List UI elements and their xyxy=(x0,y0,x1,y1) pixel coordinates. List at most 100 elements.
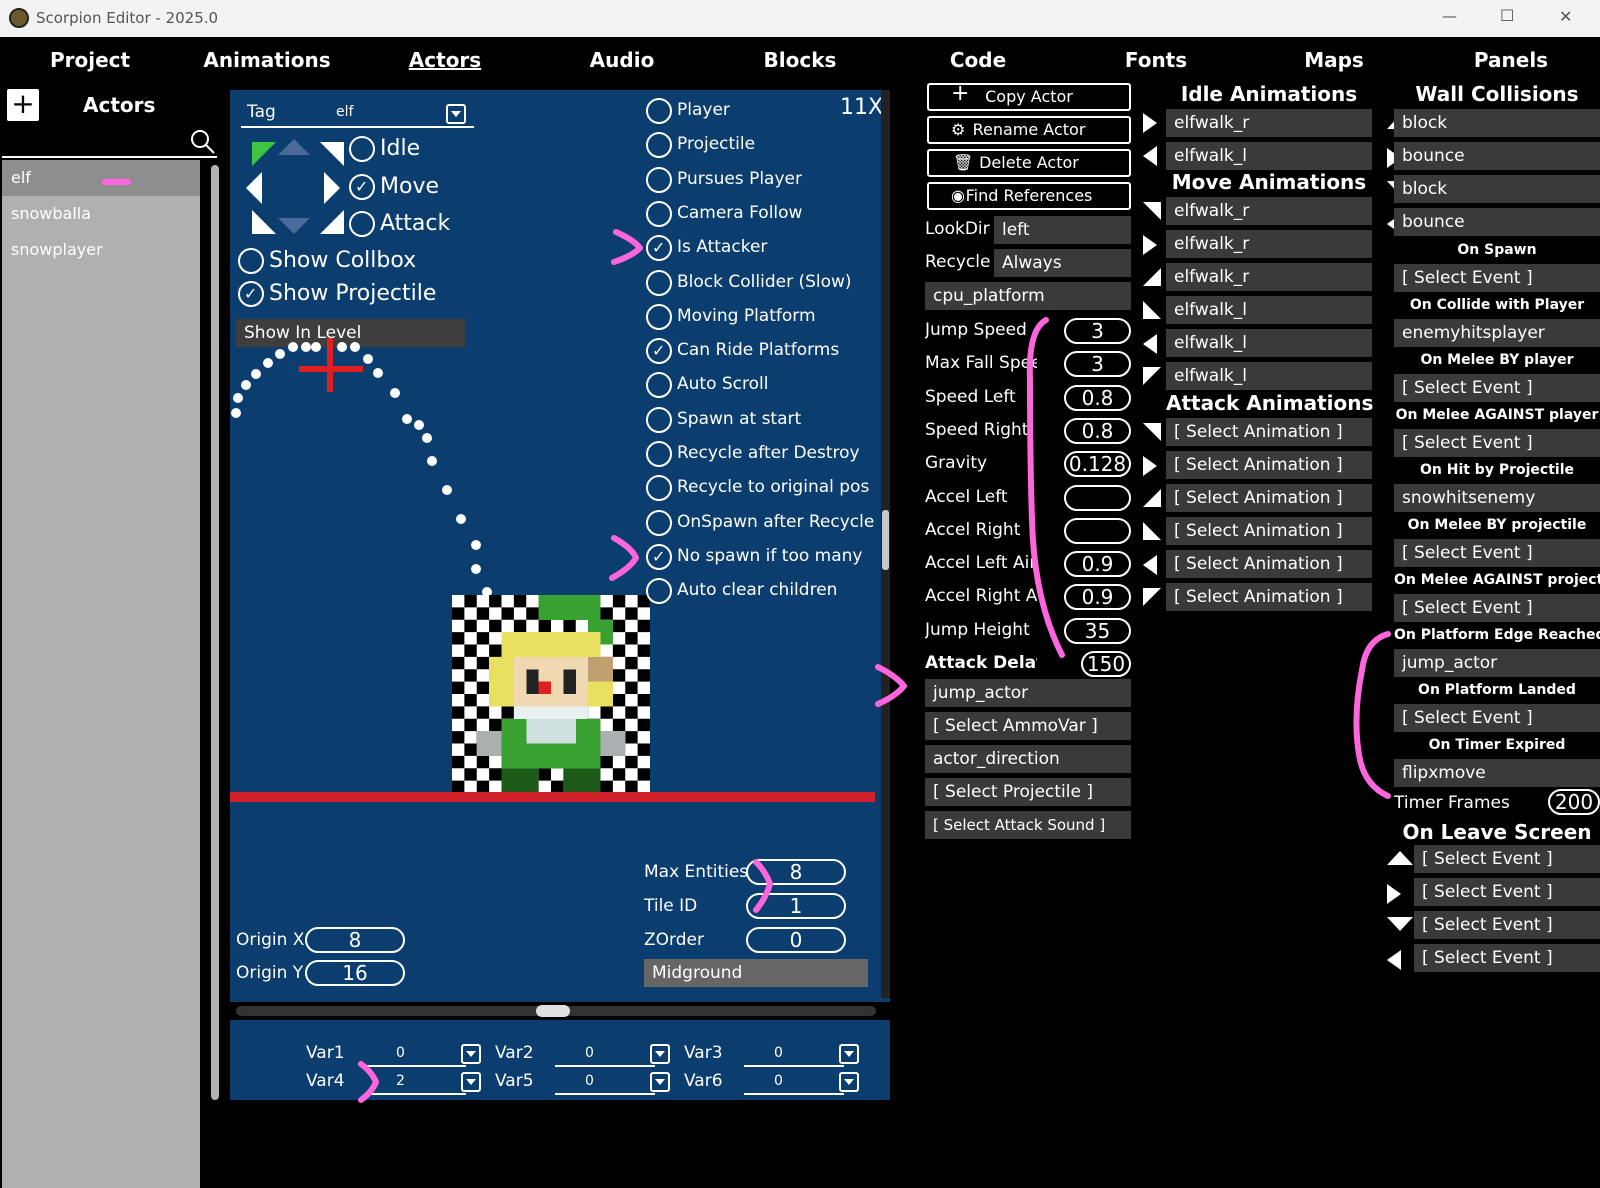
actor-list-item-snowballa[interactable]: snowballa xyxy=(2,196,200,232)
number-prop-field[interactable]: 3 xyxy=(1064,351,1131,378)
menu-audio[interactable]: Audio xyxy=(590,37,655,83)
actor-list-item-snowplayer[interactable]: snowplayer xyxy=(2,232,200,268)
var-dropdown-chevron-icon[interactable] xyxy=(461,1072,481,1092)
event-select[interactable]: [ Select Event ] xyxy=(1394,594,1600,622)
flag-checkbox[interactable] xyxy=(646,338,672,365)
canvas-vscroll-thumb[interactable] xyxy=(882,510,889,570)
attack-animation-select[interactable]: [ Select Animation ] xyxy=(1166,418,1372,446)
var-value[interactable]: 0 xyxy=(774,1045,783,1061)
actor-list-item-elf[interactable]: elf xyxy=(2,160,200,196)
var-value[interactable]: 0 xyxy=(585,1073,594,1089)
flag-checkbox[interactable] xyxy=(646,132,672,159)
menu-blocks[interactable]: Blocks xyxy=(764,37,837,83)
var-dropdown-chevron-icon[interactable] xyxy=(839,1072,859,1092)
layer-select[interactable]: Midground xyxy=(644,959,868,987)
event-select[interactable]: jump_actor xyxy=(1394,649,1600,677)
tag-value[interactable]: elf xyxy=(336,104,353,120)
minimize-icon[interactable]: — xyxy=(1442,7,1457,25)
menu-animations[interactable]: Animations xyxy=(203,37,330,83)
var-dropdown-chevron-icon[interactable] xyxy=(650,1072,670,1092)
max-entities-field[interactable]: 8 xyxy=(746,859,846,885)
var-value[interactable]: 0 xyxy=(396,1045,405,1061)
menu-maps[interactable]: Maps xyxy=(1304,37,1364,83)
event-select[interactable]: [ Select Event ] xyxy=(1394,374,1600,402)
attack-animation-select[interactable]: [ Select Animation ] xyxy=(1166,550,1372,578)
event-select[interactable]: enemyhitsplayer xyxy=(1394,319,1600,347)
lookdir-select[interactable]: left xyxy=(994,216,1131,244)
state-move-radio[interactable] xyxy=(349,174,375,200)
menu-project[interactable]: Project xyxy=(50,37,130,83)
copy-actor-button[interactable]: + Copy Actor xyxy=(927,82,1131,111)
move-animation-select[interactable]: elfwalk_l xyxy=(1166,296,1372,324)
dir-left-icon[interactable] xyxy=(246,172,262,204)
var-value[interactable]: 0 xyxy=(585,1045,594,1061)
add-actor-button[interactable]: + xyxy=(7,89,39,121)
number-prop-field[interactable]: 0.9 xyxy=(1064,584,1131,611)
move-animation-select[interactable]: elfwalk_l xyxy=(1166,362,1372,390)
move-animation-select[interactable]: elfwalk_l xyxy=(1166,329,1372,357)
wall-collision-select[interactable]: block xyxy=(1394,109,1600,137)
dir-down-icon[interactable] xyxy=(278,218,310,234)
number-prop-field[interactable]: 0.8 xyxy=(1064,384,1131,411)
wall-collision-select[interactable]: bounce xyxy=(1394,142,1600,170)
flag-checkbox[interactable] xyxy=(646,200,672,227)
attack-event-select[interactable]: jump_actor xyxy=(925,679,1131,707)
var-value[interactable]: 2 xyxy=(396,1073,405,1089)
flag-checkbox[interactable] xyxy=(646,475,672,502)
idle-animation-select[interactable]: elfwalk_l xyxy=(1166,142,1372,170)
attack-animation-select[interactable]: [ Select Animation ] xyxy=(1166,583,1372,611)
flag-checkbox[interactable] xyxy=(646,372,672,399)
sidebar-scrollbar[interactable] xyxy=(211,165,219,1100)
flag-checkbox[interactable] xyxy=(646,98,672,124)
wall-collision-select[interactable]: block xyxy=(1394,175,1600,203)
origin-x-field[interactable]: 8 xyxy=(305,927,405,953)
find-references-button[interactable]: ◉ Find References xyxy=(927,182,1131,210)
menu-fonts[interactable]: Fonts xyxy=(1125,37,1187,83)
dir-up-right-icon[interactable] xyxy=(320,142,344,166)
var-dropdown-chevron-icon[interactable] xyxy=(839,1044,859,1064)
tag-dropdown-chevron-icon[interactable] xyxy=(446,104,466,124)
var-dropdown-chevron-icon[interactable] xyxy=(650,1044,670,1064)
attack-animation-select[interactable]: [ Select Animation ] xyxy=(1166,451,1372,479)
dir-down-left-icon[interactable] xyxy=(252,210,276,234)
timer-frames-field[interactable]: 200 xyxy=(1548,789,1600,815)
idle-animation-select[interactable]: elfwalk_r xyxy=(1166,109,1372,137)
number-prop-field[interactable]: 0.8 xyxy=(1064,417,1131,444)
event-select[interactable]: snowhitsenemy xyxy=(1394,484,1600,512)
attack-sound-select[interactable]: [ Select Attack Sound ] xyxy=(925,811,1131,839)
menu-panels[interactable]: Panels xyxy=(1474,37,1548,83)
projectile-select[interactable]: [ Select Projectile ] xyxy=(925,778,1131,806)
event-select[interactable]: [ Select Event ] xyxy=(1394,539,1600,567)
leave-event-select[interactable]: [ Select Event ] xyxy=(1414,878,1600,906)
state-idle-radio[interactable] xyxy=(349,136,375,162)
event-select[interactable]: [ Select Event ] xyxy=(1394,264,1600,292)
attack-animation-select[interactable]: [ Select Animation ] xyxy=(1166,517,1372,545)
menu-code[interactable]: Code xyxy=(950,37,1006,83)
origin-y-field[interactable]: 16 xyxy=(305,960,405,986)
number-prop-field[interactable]: 35 xyxy=(1064,617,1131,644)
flag-checkbox[interactable] xyxy=(646,303,672,330)
number-prop-field[interactable]: 150 xyxy=(1081,651,1131,677)
var-value[interactable]: 0 xyxy=(774,1073,783,1089)
number-prop-field[interactable]: 0.128 xyxy=(1064,451,1131,478)
tile-id-field[interactable]: 1 xyxy=(746,893,846,919)
attack-animation-select[interactable]: [ Select Animation ] xyxy=(1166,484,1372,512)
leave-event-select[interactable]: [ Select Event ] xyxy=(1414,845,1600,873)
flag-checkbox[interactable] xyxy=(646,406,672,433)
leave-event-select[interactable]: [ Select Event ] xyxy=(1414,911,1600,939)
dir-up-left-icon[interactable] xyxy=(252,142,276,166)
dir-down-right-icon[interactable] xyxy=(320,210,344,234)
search-icon[interactable] xyxy=(190,129,216,155)
state-attack-radio[interactable] xyxy=(349,211,375,237)
flag-checkbox[interactable] xyxy=(646,235,672,262)
flag-checkbox[interactable] xyxy=(646,166,672,193)
flag-checkbox[interactable] xyxy=(646,441,672,467)
event-select[interactable]: [ Select Event ] xyxy=(1394,429,1600,457)
show-collbox-checkbox[interactable] xyxy=(238,248,264,274)
dir-up-icon[interactable] xyxy=(278,139,310,155)
flag-checkbox[interactable] xyxy=(646,269,672,296)
direction-select[interactable]: actor_direction xyxy=(925,745,1131,773)
maximize-icon[interactable]: ☐ xyxy=(1500,6,1514,25)
close-icon[interactable]: ✕ xyxy=(1559,7,1572,26)
wall-collision-select[interactable]: bounce xyxy=(1394,208,1600,236)
